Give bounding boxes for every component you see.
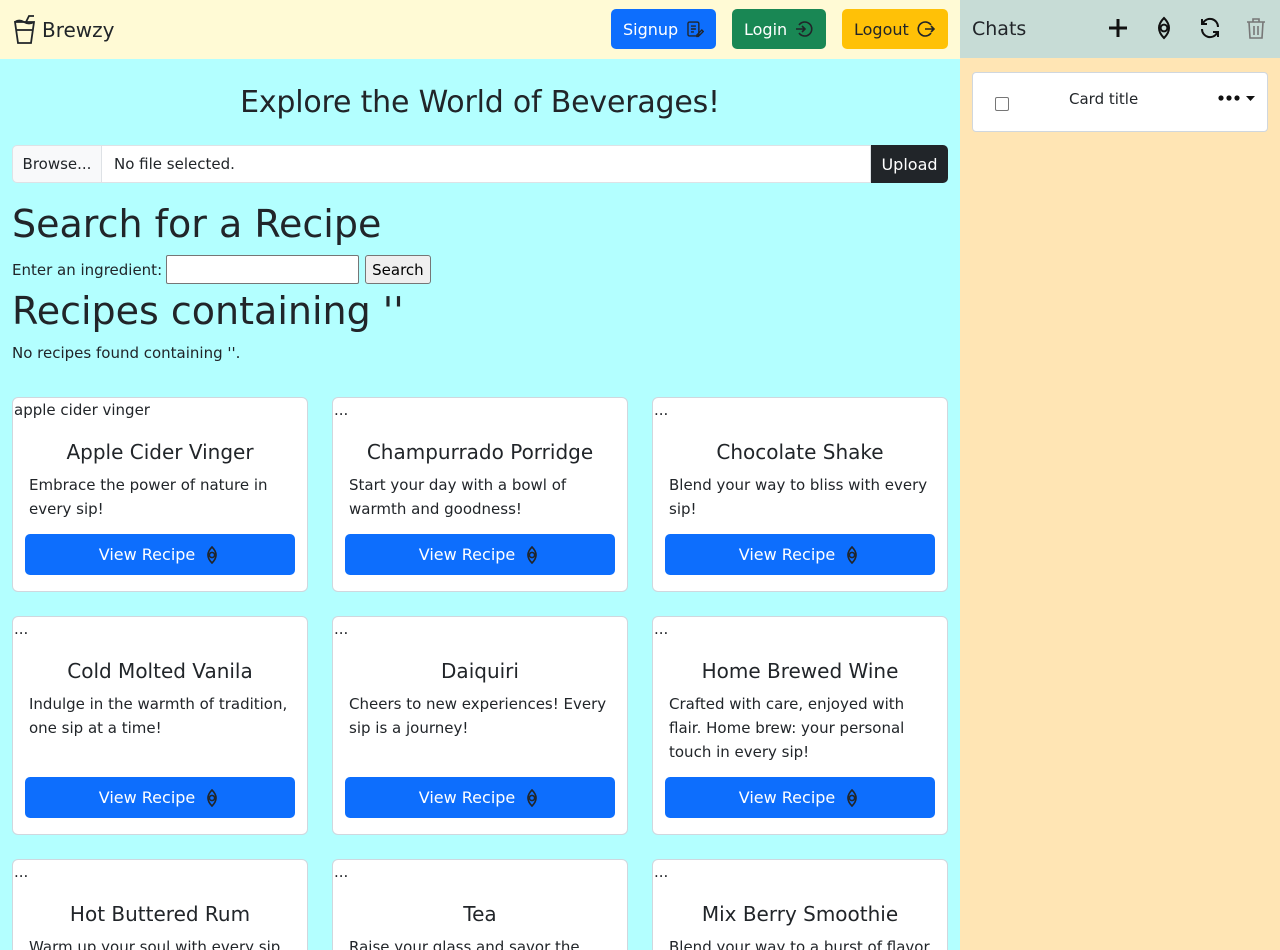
chats-header: Chats <box>960 0 1280 58</box>
recipe-card: ... Champurrado Porridge Start your day … <box>332 397 628 592</box>
view-recipe-label: View Recipe <box>418 788 516 807</box>
new-chat-button[interactable] <box>1106 16 1130 40</box>
recipe-card: ... Daiquiri Cheers to new experiences! … <box>332 616 628 835</box>
view-recipe-button[interactable]: View Recipe <box>345 534 615 575</box>
search-heading: Search for a Recipe <box>12 202 382 246</box>
refresh-icon <box>1200 17 1220 39</box>
recipe-title: Champurrado Porridge <box>366 440 594 464</box>
view-recipe-button[interactable]: View Recipe <box>25 534 295 575</box>
chat-item-title: Card title <box>1069 90 1139 108</box>
trash-icon <box>1247 18 1265 39</box>
upload-button[interactable]: Upload <box>871 145 948 183</box>
recipe-description: Indulge in the warmth of tradition, one … <box>29 695 288 737</box>
login-label: Login <box>744 19 788 39</box>
view-recipe-button[interactable]: View Recipe <box>665 777 935 818</box>
recipe-card: ... Mix Berry Smoothie Blend your way to… <box>652 859 948 950</box>
view-recipe-label: View Recipe <box>98 788 196 807</box>
more-dots-icon <box>1218 95 1240 101</box>
recipe-description: Blend your way to a burst of flavor <box>669 938 930 950</box>
file-status[interactable]: No file selected. <box>101 145 871 183</box>
no-results-message: No recipes found containing ''. <box>12 344 241 362</box>
recipe-image: ... <box>14 620 29 638</box>
recipe-title: Cold Molted Vanila <box>67 659 253 683</box>
eye-icon <box>207 545 218 564</box>
view-recipe-label: View Recipe <box>418 545 516 564</box>
recipe-card: ... Hot Buttered Rum Warm up your soul w… <box>12 859 308 950</box>
recipe-title: Daiquiri <box>441 659 519 683</box>
main-panel: Brewzy Signup Login Logout Explore the W… <box>0 0 960 950</box>
recipe-title: Home Brewed Wine <box>701 659 899 683</box>
recipe-title: Tea <box>463 902 497 926</box>
chat-options-dropdown[interactable] <box>1218 95 1255 101</box>
recipe-card: apple cider vinger Apple Cider Vinger Em… <box>12 397 308 592</box>
signup-label: Signup <box>623 19 679 39</box>
logout-icon <box>917 21 935 37</box>
chats-actions <box>1106 16 1268 40</box>
plus-icon <box>1109 19 1127 37</box>
results-heading: Recipes containing '' <box>12 289 404 333</box>
recipe-description: Blend your way to bliss with every sip! <box>669 476 928 518</box>
recipe-image: ... <box>334 620 349 638</box>
recipe-description: Crafted with care, enjoyed with flair. H… <box>669 695 905 761</box>
top-navbar: Brewzy Signup Login Logout <box>0 0 960 59</box>
caret-down-icon <box>1246 95 1255 101</box>
recipe-image: ... <box>654 863 669 881</box>
brand[interactable]: Brewzy <box>12 14 115 45</box>
recipe-card: ... Cold Molted Vanila Indulge in the wa… <box>12 616 308 835</box>
recipe-title: Apple Cider Vinger <box>66 440 254 464</box>
eye-icon <box>1158 16 1170 40</box>
chats-title: Chats <box>972 18 1027 40</box>
view-recipe-button[interactable]: View Recipe <box>25 777 295 818</box>
ingredient-label: Enter an ingredient: <box>12 260 163 279</box>
logout-label: Logout <box>854 19 909 39</box>
recipe-image: ... <box>654 401 669 419</box>
view-recipe-label: View Recipe <box>98 545 196 564</box>
recipe-description: Embrace the power of nature in every sip… <box>29 476 268 518</box>
recipe-card: ... Chocolate Shake Blend your way to bl… <box>652 397 948 592</box>
eye-icon <box>207 788 218 807</box>
recipe-title: Chocolate Shake <box>716 440 884 464</box>
logout-button[interactable]: Logout <box>842 9 948 49</box>
eye-icon <box>847 545 858 564</box>
view-recipe-label: View Recipe <box>738 545 836 564</box>
delete-button[interactable] <box>1244 16 1268 40</box>
recipe-image: ... <box>334 401 349 419</box>
signup-icon <box>687 21 704 38</box>
login-button[interactable]: Login <box>732 9 826 49</box>
chat-checkbox[interactable] <box>995 97 1009 111</box>
login-icon <box>796 21 813 37</box>
recipe-image: apple cider vinger <box>14 401 150 419</box>
drink-cup-icon <box>13 14 36 44</box>
recipe-card: ... Home Brewed Wine Crafted with care, … <box>652 616 948 835</box>
recipe-image: ... <box>14 863 29 881</box>
view-recipe-label: View Recipe <box>738 788 836 807</box>
recipe-title: Hot Buttered Rum <box>69 902 251 926</box>
refresh-button[interactable] <box>1198 16 1222 40</box>
eye-icon <box>527 788 538 807</box>
view-recipe-button[interactable]: View Recipe <box>345 777 615 818</box>
hero-title: Explore the World of Beverages! <box>240 85 720 120</box>
eye-icon <box>527 545 538 564</box>
recipe-description: Raise your glass and savor the <box>349 938 580 950</box>
browse-button[interactable]: Browse... <box>12 145 101 183</box>
file-upload-group: Browse... No file selected. Upload <box>12 145 948 183</box>
recipe-title: Mix Berry Smoothie <box>701 902 899 926</box>
view-recipe-button[interactable]: View Recipe <box>665 534 935 575</box>
chats-sidebar: Chats Card title <box>960 0 1280 950</box>
brand-name: Brewzy <box>42 17 115 42</box>
signup-button[interactable]: Signup <box>611 9 716 49</box>
search-form: Enter an ingredient: Search <box>12 255 431 284</box>
recipe-image: ... <box>334 863 349 881</box>
recipe-card: ... Tea Raise your glass and savor the <box>332 859 628 950</box>
view-chat-button[interactable] <box>1152 16 1176 40</box>
chat-item[interactable]: Card title <box>972 72 1268 132</box>
recipe-description: Warm up your soul with every sip. <box>29 938 286 950</box>
recipe-description: Start your day with a bowl of warmth and… <box>349 476 567 518</box>
eye-icon <box>847 788 858 807</box>
auth-buttons: Signup Login Logout <box>611 9 948 49</box>
ingredient-input[interactable] <box>166 255 360 284</box>
search-button[interactable]: Search <box>365 255 431 284</box>
recipe-description: Cheers to new experiences! Every sip is … <box>349 695 607 737</box>
recipe-image: ... <box>654 620 669 638</box>
